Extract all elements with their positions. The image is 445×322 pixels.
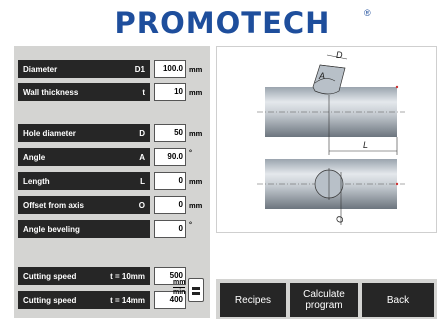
speed-name: Cutting speed <box>23 295 77 305</box>
param-unit: mm <box>189 177 203 186</box>
label-a: A <box>318 71 325 81</box>
wall-thickness-input[interactable]: 10 <box>154 83 186 101</box>
speed-name: Cutting speed <box>23 271 77 281</box>
param-name: Wall thickness <box>23 87 79 97</box>
angle-input[interactable]: 90.0 <box>154 148 186 166</box>
recipes-button[interactable]: Recipes <box>220 283 286 317</box>
logo-text: PROMOTECH <box>114 6 331 40</box>
red-marker <box>395 182 399 186</box>
pipe-drawing-panel: D A L O <box>216 46 437 233</box>
diameter-input[interactable]: 100.0 <box>154 60 186 78</box>
param-name: Diameter <box>23 64 58 74</box>
param-symbol: L <box>140 176 145 186</box>
param-name: Length <box>23 176 50 186</box>
param-name: Angle <box>23 152 46 162</box>
offset-input[interactable]: 0 <box>154 196 186 214</box>
logo-registered-mark: ® <box>364 8 371 18</box>
param-label-wall-thickness: Wall thickness t <box>18 83 150 101</box>
toggle-bar-icon <box>192 292 200 295</box>
pipe-diagram: D A L O <box>257 50 405 225</box>
param-unit: mm <box>189 88 203 97</box>
param-symbol: D1 <box>134 64 145 74</box>
param-label-angle-beveling: Angle beveling <box>18 220 150 238</box>
param-unit: mm <box>189 65 203 74</box>
promotech-logo: PROMOTECH ® <box>0 6 445 40</box>
label-o: O <box>335 216 345 223</box>
param-unit: ° <box>189 220 192 229</box>
param-symbol: A <box>139 152 145 162</box>
param-name: Angle beveling <box>23 224 80 234</box>
speed-unit: mm min <box>173 279 186 296</box>
speed-unit-top: mm <box>173 279 186 286</box>
length-input[interactable]: 0 <box>154 172 186 190</box>
param-label-hole-diameter: Hole diameter D <box>18 124 150 142</box>
label-d: D <box>336 50 343 60</box>
speed-toggle-button[interactable] <box>188 278 204 302</box>
calculate-program-button[interactable]: Calculate program <box>290 283 358 317</box>
speed-condition: t = 14mm <box>110 295 145 305</box>
speed-unit-bottom: min <box>173 287 186 296</box>
red-marker <box>395 85 399 89</box>
speed-condition: t = 10mm <box>110 271 145 281</box>
param-label-angle: Angle A <box>18 148 150 166</box>
back-label: Back <box>386 294 410 306</box>
param-name: Offset from axis <box>23 200 84 210</box>
param-name: Hole diameter <box>23 128 76 138</box>
label-l: L <box>363 140 368 150</box>
param-symbol: O <box>138 200 145 210</box>
recipes-label: Recipes <box>234 294 272 306</box>
parameters-panel: Diameter D1 100.0 mm Wall thickness t 10… <box>14 46 210 318</box>
speed-label-14mm: Cutting speed t = 14mm <box>18 291 150 309</box>
toggle-bar-icon <box>192 287 200 290</box>
calculate-label-line2: program <box>305 300 343 311</box>
param-symbol: t <box>142 87 145 97</box>
back-button[interactable]: Back <box>362 283 434 317</box>
param-unit: ° <box>189 148 192 157</box>
calculate-label-line1: Calculate <box>303 289 345 300</box>
angle-beveling-input[interactable]: 0 <box>154 220 186 238</box>
param-unit: mm <box>189 129 203 138</box>
param-label-diameter: Diameter D1 <box>18 60 150 78</box>
hole-diameter-input[interactable]: 50 <box>154 124 186 142</box>
param-symbol: D <box>139 128 145 138</box>
param-label-length: Length L <box>18 172 150 190</box>
param-unit: mm <box>189 201 203 210</box>
param-label-offset: Offset from axis O <box>18 196 150 214</box>
speed-label-10mm: Cutting speed t = 10mm <box>18 267 150 285</box>
